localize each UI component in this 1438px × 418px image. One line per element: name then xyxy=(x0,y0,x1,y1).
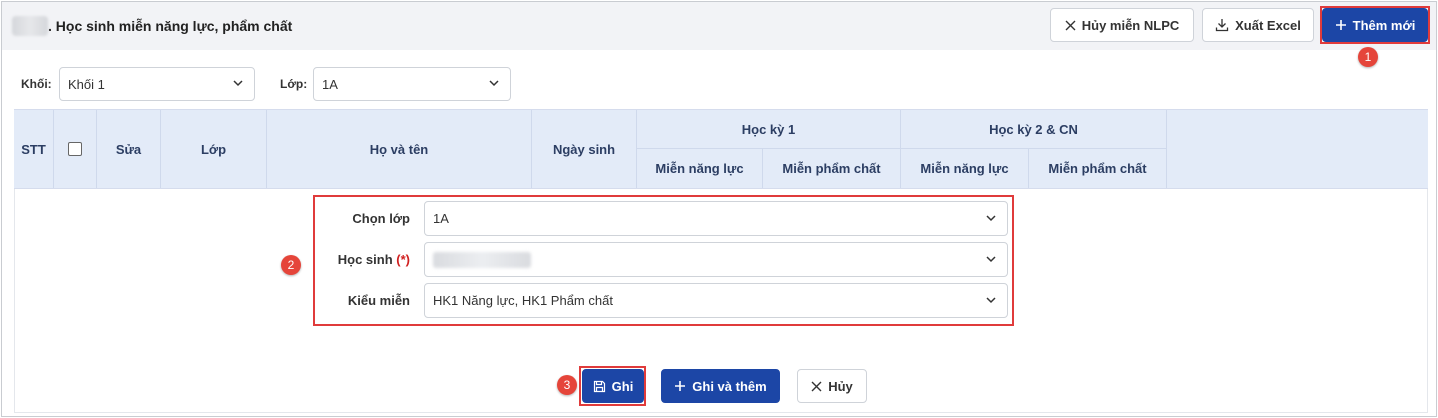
plus-icon xyxy=(674,380,686,392)
class-field-select[interactable]: 1A xyxy=(424,201,1008,236)
page-title-wrap: . Học sinh miễn năng lực, phẩm chất xyxy=(12,15,292,37)
save-icon xyxy=(593,380,606,393)
cancel-exemption-label: Hủy miễn NLPC xyxy=(1081,17,1180,33)
exemption-field-label: Kiểu miễn xyxy=(347,293,410,308)
col-edit[interactable]: Sửa xyxy=(97,110,161,188)
redacted-prefix xyxy=(12,16,48,36)
save-and-add-label: Ghi và thêm xyxy=(692,378,767,394)
page-title: . Học sinh miễn năng lực, phẩm chất xyxy=(48,18,293,34)
step-badge-2: 2 xyxy=(281,255,301,275)
cancel-label: Hủy xyxy=(828,378,853,394)
col-birth-date[interactable]: Ngày sinh xyxy=(532,110,637,188)
chevron-down-icon xyxy=(985,294,997,306)
class-select[interactable]: 1A xyxy=(313,67,511,101)
grade-filter-label: Khối: xyxy=(21,77,52,91)
add-new-button[interactable]: Thêm mới xyxy=(1322,8,1428,42)
col-term1-quality[interactable]: Miễn phẩm chất xyxy=(763,149,901,188)
col-select-all[interactable] xyxy=(54,110,97,188)
col-stt[interactable]: STT xyxy=(14,110,54,188)
cancel-exemption-button[interactable]: Hủy miễn NLPC xyxy=(1050,8,1194,42)
form-row-student: Học sinh (*) xyxy=(322,242,1012,278)
col-group-term1: Học kỳ 1 xyxy=(637,110,901,149)
step-badge-3: 3 xyxy=(557,375,577,395)
exemption-field-select[interactable]: HK1 Năng lực, HK1 Phẩm chất xyxy=(424,283,1008,318)
select-all-checkbox[interactable] xyxy=(68,142,82,156)
filter-bar: Khối: Khối 1 Lớp: 1A xyxy=(14,66,1428,102)
chevron-down-icon xyxy=(985,212,997,224)
page-header: . Học sinh miễn năng lực, phẩm chất Hủy … xyxy=(2,2,1436,50)
class-field-value: 1A xyxy=(433,211,449,226)
class-filter-label: Lớp: xyxy=(280,77,308,91)
redacted-student-name xyxy=(433,251,531,268)
student-label-text: Học sinh xyxy=(337,252,393,267)
exemption-panel: . Học sinh miễn năng lực, phẩm chất Hủy … xyxy=(1,1,1437,417)
col-term1-competence[interactable]: Miễn năng lực xyxy=(637,149,763,188)
grade-select[interactable]: Khối 1 xyxy=(59,67,255,101)
plus-icon xyxy=(1335,19,1347,31)
chevron-down-icon xyxy=(488,77,500,89)
col-term2-competence[interactable]: Miễn năng lực xyxy=(901,149,1029,188)
export-excel-label: Xuất Excel xyxy=(1235,17,1301,33)
col-class[interactable]: Lớp xyxy=(161,110,267,188)
save-button[interactable]: Ghi xyxy=(582,369,644,403)
add-new-label: Thêm mới xyxy=(1352,17,1416,33)
form-row-exemption: Kiểu miễn HK1 Năng lực, HK1 Phẩm chất xyxy=(322,283,1012,319)
col-term2-quality[interactable]: Miễn phẩm chất xyxy=(1029,149,1167,188)
form-row-class: Chọn lớp 1A xyxy=(322,201,1012,237)
save-label: Ghi xyxy=(611,378,634,394)
download-icon xyxy=(1215,18,1229,32)
grade-select-value: Khối 1 xyxy=(68,76,105,92)
required-marker: (*) xyxy=(396,252,410,267)
grid-header: STT Sửa Lớp Họ và tên Ngày sinh Học kỳ 1… xyxy=(14,109,1428,189)
exemption-field-value: HK1 Năng lực, HK1 Phẩm chất xyxy=(433,293,613,308)
chevron-down-icon xyxy=(232,77,244,89)
close-icon xyxy=(811,381,822,392)
class-select-value: 1A xyxy=(322,76,338,92)
cancel-button[interactable]: Hủy xyxy=(797,369,867,403)
col-group-term2: Học kỳ 2 & CN xyxy=(901,110,1167,149)
export-excel-button[interactable]: Xuất Excel xyxy=(1202,8,1314,42)
save-and-add-button[interactable]: Ghi và thêm xyxy=(661,369,780,403)
close-icon xyxy=(1065,20,1076,31)
class-field-label: Chọn lớp xyxy=(352,211,410,226)
step-badge-1: 1 xyxy=(1358,47,1378,67)
student-field-select[interactable] xyxy=(424,242,1008,277)
chevron-down-icon xyxy=(985,253,997,265)
col-full-name[interactable]: Họ và tên xyxy=(267,110,532,188)
student-field-label: Học sinh (*) xyxy=(338,252,410,267)
